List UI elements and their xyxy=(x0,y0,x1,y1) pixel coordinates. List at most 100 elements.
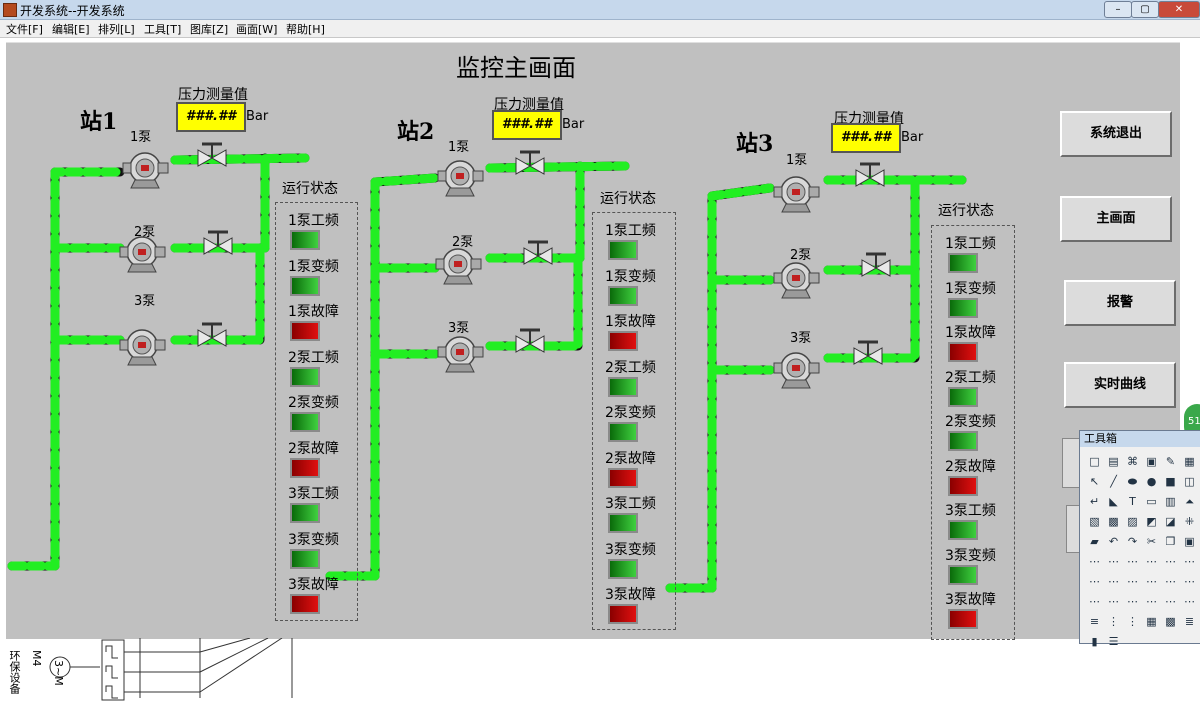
toolbox-title[interactable]: 工具箱 xyxy=(1080,431,1200,447)
toolbox-tool-icon[interactable]: ⋯ xyxy=(1126,575,1139,588)
toolbox-tool-icon[interactable]: ▦ xyxy=(1145,615,1158,628)
toolbox-tool-icon[interactable]: ▣ xyxy=(1145,455,1158,468)
toolbox-tool-icon[interactable]: ◪ xyxy=(1164,515,1177,528)
pump-label: 2泵 xyxy=(452,235,474,250)
toolbox-tool-icon[interactable]: ▧ xyxy=(1088,515,1101,528)
status-label: 3泵变频 xyxy=(605,541,656,558)
pump-icon xyxy=(122,152,169,189)
alarm-button[interactable]: 报警 xyxy=(1064,280,1176,326)
toolbox-tool-icon[interactable]: ⋯ xyxy=(1145,575,1158,588)
toolbox-tool-icon[interactable]: ◩ xyxy=(1145,515,1158,528)
run-indicator xyxy=(948,386,978,407)
toolbox-tool-icon[interactable]: ▩ xyxy=(1164,615,1177,628)
toolbox-tool-icon[interactable]: ⬬ xyxy=(1126,475,1139,488)
toolbox-tool-icon[interactable]: ⋯ xyxy=(1088,555,1101,568)
toolbox-tool-icon[interactable]: ☰ xyxy=(1107,635,1120,648)
run-indicator xyxy=(608,285,638,306)
toolbox-tool-icon[interactable]: ╱ xyxy=(1107,475,1120,488)
toolbox-tool-icon[interactable]: ≡ xyxy=(1088,615,1101,628)
toolbox-tool-icon[interactable]: ⋯ xyxy=(1088,575,1101,588)
realtime-curve-button[interactable]: 实时曲线 xyxy=(1064,362,1176,408)
pressure-unit: Bar xyxy=(562,117,585,132)
status-label: 1泵工频 xyxy=(945,236,996,252)
status-label: 1泵工频 xyxy=(288,213,339,229)
toolbox-tool-icon[interactable]: ⋮ xyxy=(1107,615,1120,628)
status-title: 运行状态 xyxy=(600,191,656,207)
toolbox-tool-icon[interactable]: ▭ xyxy=(1145,495,1158,508)
fault-indicator xyxy=(290,594,320,614)
toolbox-tool-icon[interactable]: ❐ xyxy=(1164,535,1177,548)
toolbox-tool-icon[interactable]: ◣ xyxy=(1107,495,1120,508)
status-label: 3泵工频 xyxy=(945,503,996,519)
toolbox-tool-icon[interactable]: ⋯ xyxy=(1107,595,1120,608)
toolbox-tool-icon[interactable]: ⏶ xyxy=(1183,495,1196,508)
toolbox-tool-icon[interactable]: ⋯ xyxy=(1164,555,1177,568)
fault-indicator xyxy=(290,321,320,341)
toolbox-tool-icon[interactable]: ↷ xyxy=(1126,535,1139,548)
toolbox-tool-icon[interactable]: ⌘ xyxy=(1126,455,1139,468)
toolbox-tool-icon[interactable]: ▣ xyxy=(1183,535,1196,548)
status-label: 2泵工频 xyxy=(945,369,996,386)
toolbox-tool-icon[interactable]: ⋯ xyxy=(1183,595,1196,608)
toolbox-tool-icon[interactable]: ◫ xyxy=(1183,475,1196,488)
pump-icon xyxy=(437,336,484,373)
toolbox-tool-icon[interactable]: ▤ xyxy=(1107,455,1120,468)
toolbox-tool-icon[interactable]: ↖ xyxy=(1088,475,1101,488)
toolbox-tool-icon[interactable]: ⋯ xyxy=(1164,595,1177,608)
toolbox-tool-icon[interactable]: ✂ xyxy=(1145,535,1158,548)
toolbox-tool-icon[interactable]: T xyxy=(1126,495,1139,508)
pressure-label: 压力测量值 xyxy=(178,87,248,103)
toolbox-tool-icon[interactable]: ⋯ xyxy=(1126,595,1139,608)
toolbox-tool-icon[interactable]: ≣ xyxy=(1183,615,1196,628)
toolbox-tool-icon[interactable]: ⋯ xyxy=(1145,595,1158,608)
toolbox-tool-icon[interactable]: ▩ xyxy=(1107,515,1120,528)
toolbox-palette: 工具箱 □ ▤ ⌘ ▣ ✎ ▦ ↖ ╱ ⬬ ● ■ ◫ ↵ ◣ T ▭ ▥ ⏶ ▧ ▩ ▨ ◩ ◪ ⁜ ▰ ↶ ↷ ✂ ❐ ▣ ⋯ ⋯ ⋯ ⋯ ⋯ ⋯… xyxy=(1079,430,1200,648)
pump-label: 1泵 xyxy=(448,140,470,155)
pump-label: 2泵 xyxy=(790,248,812,263)
status-label: 1泵故障 xyxy=(288,304,339,320)
run-indicator xyxy=(948,253,978,273)
toolbox-tool-icon[interactable]: ↵ xyxy=(1088,495,1101,508)
toolbox-tool-icon[interactable]: ⋯ xyxy=(1107,575,1120,588)
toolbox-tool-icon[interactable]: ■ xyxy=(1164,475,1177,488)
toolbox-tool-icon[interactable]: ⋯ xyxy=(1183,575,1196,588)
toolbox-tool-icon[interactable]: ● xyxy=(1145,475,1158,488)
run-indicator xyxy=(608,513,638,533)
toolbox-tool-icon[interactable]: ▦ xyxy=(1183,455,1196,468)
toolbox-tool-icon[interactable]: ✎ xyxy=(1164,455,1177,468)
station-title: 站3 xyxy=(736,131,774,157)
toolbox-tool-icon[interactable]: ▰ xyxy=(1088,535,1101,548)
status-label: 1泵变频 xyxy=(605,268,656,285)
main-screen-button[interactable]: 主画面 xyxy=(1060,196,1172,242)
pump-label: 3泵 xyxy=(448,321,470,336)
pressure-display: ###.## xyxy=(492,110,562,140)
fault-indicator xyxy=(608,604,638,624)
status-label: 2泵故障 xyxy=(288,440,339,457)
station-title: 站2 xyxy=(397,119,435,145)
pressure-display: ###.## xyxy=(831,123,901,153)
status-label: 1泵变频 xyxy=(945,280,996,297)
pump-icon xyxy=(437,160,484,197)
status-label: 3泵变频 xyxy=(288,531,339,548)
fault-indicator xyxy=(948,609,978,629)
toolbox-tool-icon[interactable]: ⋯ xyxy=(1126,555,1139,568)
toolbox-tool-icon[interactable]: ⁜ xyxy=(1183,515,1196,528)
toolbox-tool-icon[interactable]: ▮ xyxy=(1088,635,1101,648)
pressure-unit: Bar xyxy=(901,130,924,145)
system-exit-button[interactable]: 系统退出 xyxy=(1060,111,1172,157)
status-label: 3泵故障 xyxy=(288,577,339,593)
toolbox-tool-icon[interactable]: ⋮ xyxy=(1126,615,1139,628)
toolbox-tool-icon[interactable]: ↶ xyxy=(1107,535,1120,548)
toolbox-tool-icon[interactable]: ⋯ xyxy=(1145,555,1158,568)
schematic-label: 3~M xyxy=(52,660,65,686)
run-indicator xyxy=(290,275,320,296)
toolbox-tool-icon[interactable]: ▥ xyxy=(1164,495,1177,508)
fault-indicator xyxy=(608,467,638,488)
toolbox-tool-icon[interactable]: ▨ xyxy=(1126,515,1139,528)
toolbox-tool-icon[interactable]: ⋯ xyxy=(1088,595,1101,608)
fault-indicator xyxy=(948,475,978,496)
toolbox-tool-icon[interactable]: □ xyxy=(1088,455,1101,468)
toolbox-tool-icon[interactable]: ⋯ xyxy=(1107,555,1120,568)
toolbox-tool-icon[interactable]: ⋯ xyxy=(1183,555,1196,568)
toolbox-tool-icon[interactable]: ⋯ xyxy=(1164,575,1177,588)
